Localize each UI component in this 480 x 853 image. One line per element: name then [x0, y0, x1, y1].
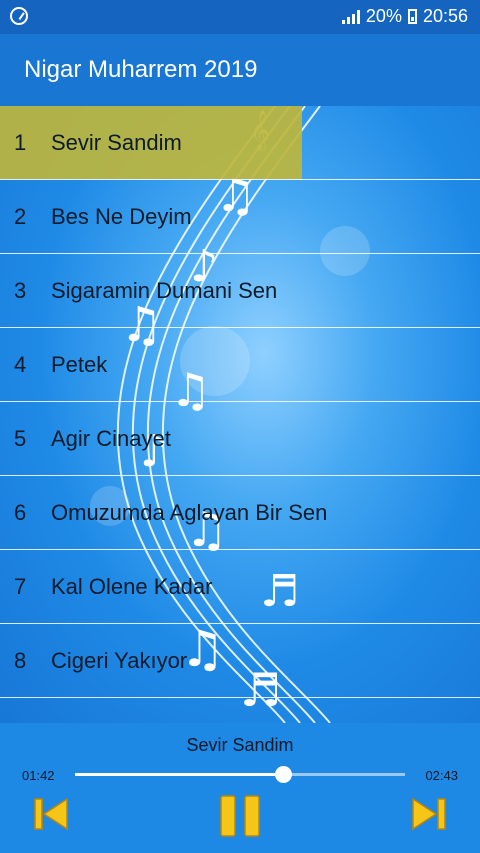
- battery-percent: 20%: [365, 6, 402, 26]
- track-number: 1: [14, 130, 27, 155]
- track-row[interactable]: 7 Kal Olene Kadar: [0, 550, 480, 624]
- seek-bar-fill: [75, 773, 283, 776]
- track-number: 2: [14, 204, 27, 229]
- app-title: Nigar Muharrem 2019: [24, 56, 258, 83]
- skip-previous-icon: [34, 797, 68, 831]
- track-number: 5: [14, 426, 27, 451]
- now-playing-title: Sevir Sandim: [186, 735, 294, 755]
- track-row[interactable]: 8 Cigeri Yakıyor: [0, 624, 480, 698]
- status-bar: 20% 20:56: [0, 0, 480, 34]
- battery-icon: [407, 9, 417, 24]
- total-time: 02:43: [425, 768, 458, 783]
- track-number: 6: [14, 500, 27, 525]
- track-title: Petek: [51, 352, 108, 377]
- app-bar: Nigar Muharrem 2019: [0, 34, 480, 106]
- track-title: Cigeri Yakıyor: [51, 648, 188, 673]
- track-title: Sigaramin Dumani Sen: [51, 278, 278, 303]
- previous-button[interactable]: [32, 795, 70, 838]
- clock: 20:56: [422, 6, 468, 26]
- track-title: Bes Ne Deyim: [51, 204, 192, 229]
- track-number: 7: [14, 574, 27, 599]
- track-list[interactable]: 𝄞 ♫ ♪ ♫ ♫ ♪ ♫ ♬ ♫ ♬ 1Sevir Sandim2Bes Ne…: [0, 106, 480, 723]
- track-number: 4: [14, 352, 27, 377]
- track-row[interactable]: 3 Sigaramin Dumani Sen: [0, 254, 480, 328]
- skip-next-icon: [412, 797, 446, 831]
- track-title: Kal Olene Kadar: [51, 574, 213, 599]
- pause-button[interactable]: [218, 793, 262, 844]
- current-time: 01:42: [22, 768, 55, 783]
- player-panel: Sevir Sandim 01:42 02:43: [0, 723, 480, 853]
- seek-bar[interactable]: [75, 766, 405, 783]
- next-button[interactable]: [410, 795, 448, 838]
- signal-icon: [341, 9, 360, 24]
- track-row[interactable]: 5 Agir Cinayet: [0, 402, 480, 476]
- track-title: Sevir Sandim: [51, 130, 182, 155]
- track-title: Omuzumda Aglayan Bir Sen: [51, 500, 328, 525]
- track-number: 3: [14, 278, 27, 303]
- track-title: Agir Cinayet: [51, 426, 171, 451]
- sync-icon: [10, 7, 28, 25]
- track-row[interactable]: 2 Bes Ne Deyim: [0, 180, 480, 254]
- track-row[interactable]: 4 Petek: [0, 328, 480, 402]
- pause-icon: [220, 795, 260, 837]
- seek-bar-thumb[interactable]: [274, 766, 292, 783]
- track-number: 8: [14, 648, 27, 673]
- track-row[interactable]: 6 Omuzumda Aglayan Bir Sen: [0, 476, 480, 550]
- track-row[interactable]: 1 Sevir Sandim: [0, 106, 480, 180]
